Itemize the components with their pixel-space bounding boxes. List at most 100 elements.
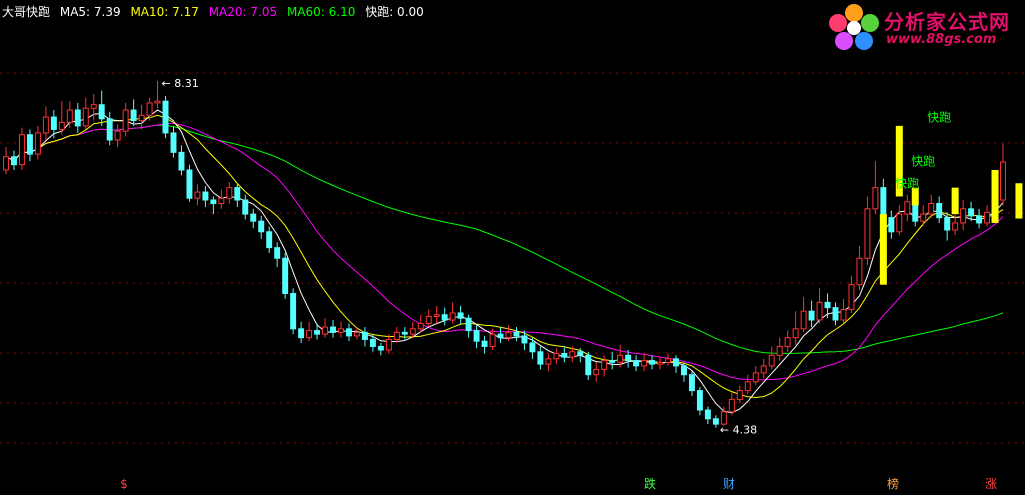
candle-body	[609, 360, 616, 363]
candle-body	[338, 328, 344, 333]
candle-body	[816, 301, 823, 321]
candle-body	[218, 197, 225, 205]
legend-ma5: MA5: 7.39	[59, 5, 121, 19]
candlestick-chart[interactable]: 快跑快跑快跑← 8.31← 4.38$ 跌财榜涨	[0, 0, 1025, 495]
ma5-line	[5, 109, 1004, 414]
candle-body	[106, 118, 113, 141]
site-logo: 分析家公式网 www.88gs.com	[826, 2, 1022, 52]
signal-bar	[1015, 183, 1023, 219]
candle-body	[633, 360, 640, 367]
candle-body	[680, 365, 687, 376]
candle-body	[481, 340, 488, 347]
event-marker: 财	[723, 477, 735, 491]
candle-body	[345, 328, 352, 337]
candle-body	[928, 203, 935, 215]
candle-body	[393, 331, 400, 340]
candle-body	[673, 358, 679, 367]
candle-body	[776, 345, 783, 356]
candle-body	[688, 374, 695, 392]
candle-body	[649, 360, 656, 365]
candle-body	[98, 104, 105, 120]
candle-body	[561, 353, 568, 358]
candle-body	[936, 203, 943, 219]
candle-body	[521, 335, 528, 344]
candle-body	[385, 338, 392, 351]
candle-body	[585, 354, 592, 376]
candle-body	[250, 213, 257, 222]
candle-body	[409, 328, 416, 335]
candle-body	[266, 231, 273, 249]
event-marker: 跌	[644, 476, 656, 491]
candle-body	[529, 342, 536, 353]
candle-body	[856, 257, 863, 286]
candle-body	[832, 307, 839, 321]
candle-body	[186, 169, 193, 199]
candle-body	[704, 409, 711, 420]
candle-body	[657, 361, 664, 365]
candle-body	[82, 107, 89, 127]
candle-body	[553, 353, 560, 360]
candle-body	[210, 199, 217, 205]
candle-body	[1000, 161, 1006, 201]
candle-body	[968, 208, 975, 217]
candle-body	[178, 151, 185, 171]
candle-body	[808, 310, 815, 321]
flower-logo-icon	[829, 4, 879, 50]
candle-body	[234, 187, 241, 201]
candle-body	[888, 217, 895, 233]
candle-body	[625, 354, 632, 362]
candle-body	[306, 330, 313, 339]
candle-body	[976, 215, 983, 224]
candle-body	[840, 308, 847, 321]
candle-body	[258, 220, 265, 233]
candle-body	[537, 351, 544, 365]
candle-body	[800, 310, 807, 330]
signal-label: 快跑	[911, 155, 935, 169]
candle-body	[202, 191, 209, 201]
candle-body	[665, 358, 671, 363]
candle-body	[162, 100, 169, 134]
legend-ma60: MA60: 6.10	[286, 5, 356, 19]
signal-label: 快跑	[927, 110, 951, 124]
logo-url: www.88gs.com	[886, 32, 997, 47]
candle-body	[577, 351, 584, 356]
candle-body	[50, 116, 57, 130]
candle-body	[425, 315, 432, 325]
ma10-line	[5, 114, 1004, 399]
candle-body	[848, 284, 855, 310]
candle-body	[122, 109, 129, 132]
candle-body	[904, 201, 911, 215]
candle-body	[66, 109, 73, 123]
chart-window: 快跑 快跑 快跑 ← 8.31 ← 4.38 $ 跌财榜涨 大哥快跑 MA5: 7.39 M…	[0, 0, 1025, 495]
candle-body	[242, 199, 249, 215]
candle-body	[377, 345, 384, 351]
candle-body	[720, 411, 727, 425]
candle-body	[433, 314, 440, 317]
candle-body	[417, 323, 424, 330]
candle-body	[768, 354, 775, 367]
event-marker: 榜	[887, 476, 899, 491]
candle-body	[960, 208, 967, 224]
candle-body	[90, 104, 97, 109]
candle-body	[194, 191, 201, 199]
candle-body	[114, 130, 121, 141]
candle-body	[760, 365, 767, 374]
low-price-label: ← 4.38	[720, 424, 757, 437]
candle-body	[18, 134, 25, 166]
candle-body	[944, 217, 951, 231]
candle-body	[712, 418, 719, 425]
candle-body	[696, 390, 703, 411]
candle-body	[154, 100, 161, 104]
candle-body	[473, 330, 480, 342]
candle-body	[896, 213, 903, 233]
candle-body	[505, 331, 512, 339]
candle-body	[298, 328, 305, 339]
candle-body	[880, 187, 887, 219]
candle-body	[569, 351, 576, 358]
candle-body	[3, 156, 9, 171]
candle-body	[42, 116, 49, 134]
candle-body	[641, 360, 648, 367]
candle-body	[449, 312, 456, 321]
candle-body	[864, 208, 871, 259]
candle-body	[601, 360, 608, 370]
